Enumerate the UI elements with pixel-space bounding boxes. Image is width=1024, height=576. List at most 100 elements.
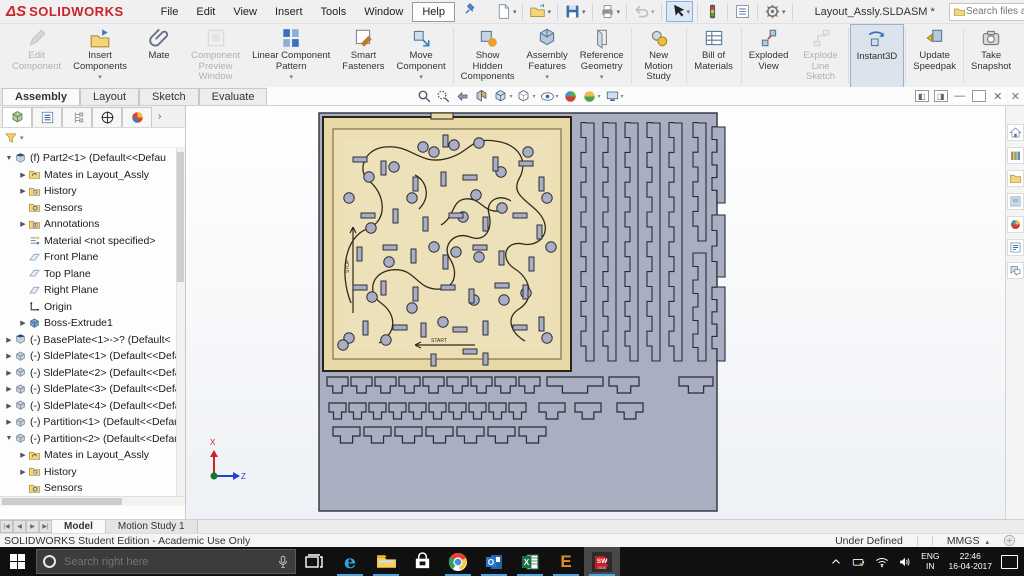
linear-component-pattern-button[interactable]: Linear Component Pattern ▾ — [246, 24, 336, 88]
tab-assembly[interactable]: Assembly — [2, 88, 80, 105]
taskbar-task-view-icon[interactable] — [296, 547, 332, 576]
new-motion-study-button[interactable]: New Motion Study — [633, 24, 685, 88]
tree-item[interactable]: ▶ Mates in Layout_Assly — [0, 167, 185, 184]
tree-item[interactable]: ▶ (-) SldePlate<1> (Default<<Defaul — [0, 348, 185, 365]
smart-fasteners-button[interactable]: Smart Fasteners — [336, 24, 390, 88]
tree-item[interactable]: ▼ (-) Partition<2> (Default<<Default — [0, 431, 185, 448]
insert-components-button[interactable]: Insert Components ▾ — [67, 24, 133, 88]
tree-item[interactable]: Origin — [0, 299, 185, 316]
panel-tab-dimxpert-manager[interactable] — [92, 106, 122, 127]
dropdown-caret-icon[interactable]: ▾ — [617, 8, 621, 16]
save-document-button[interactable]: ▾ — [562, 2, 588, 21]
dropdown-caret-icon[interactable]: ▾ — [651, 8, 655, 16]
dropdown-caret-icon[interactable]: ▾ — [556, 93, 559, 100]
language-indicator[interactable]: ENG IN — [921, 551, 939, 571]
section-view-button[interactable] — [474, 89, 489, 104]
tree-expanded-icon[interactable]: ▼ — [4, 435, 14, 442]
options-gear-button[interactable]: ▾ — [762, 2, 788, 21]
tray-expand-icon[interactable] — [829, 555, 843, 569]
panel-tab-feature-tree[interactable] — [2, 106, 32, 127]
wifi-icon[interactable] — [875, 555, 889, 569]
tree-item[interactable]: ▶ Annotations — [0, 216, 185, 233]
quick-tips-icon[interactable] — [1003, 534, 1016, 547]
panel-tab-property-manager[interactable] — [32, 106, 62, 127]
panel-tab-configuration-manager[interactable] — [62, 106, 92, 127]
task-pane-close-icon[interactable]: ✕ — [1011, 90, 1020, 103]
file-properties-button[interactable] — [732, 2, 753, 21]
tree-filter-row[interactable]: ▾ — [0, 128, 185, 148]
menu-insert[interactable]: Insert — [266, 3, 312, 21]
tree-collapsed-icon[interactable]: ▶ — [18, 171, 28, 179]
taskbar-solidworks-2016-icon[interactable]: SW 2016 — [584, 547, 620, 576]
split-pane-left-icon[interactable]: ◧ — [914, 90, 929, 102]
taskbar-search-input[interactable] — [64, 555, 254, 568]
search-scope-icon[interactable] — [953, 5, 966, 18]
tab-sketch[interactable]: Sketch — [139, 88, 199, 105]
tree-collapsed-icon[interactable]: ▶ — [4, 418, 14, 426]
tree-expanded-icon[interactable]: ▼ — [4, 155, 14, 162]
tree-collapsed-icon[interactable]: ▶ — [4, 369, 14, 377]
maze-board[interactable]: STOP START — [322, 112, 572, 372]
tree-vertical-scrollbar[interactable] — [176, 148, 185, 496]
tree-item[interactable]: ▶ (-) SldePlate<4> (Default<<Defaul — [0, 398, 185, 415]
taskbar-file-explorer-icon[interactable] — [368, 547, 404, 576]
exploded-view-button[interactable]: Exploded View — [743, 24, 795, 88]
tab-evaluate[interactable]: Evaluate — [198, 88, 268, 105]
apply-scene-button[interactable]: ▾ — [582, 89, 601, 104]
explode-line-sketch-button[interactable]: Explode Line Sketch — [795, 24, 847, 88]
taskbar-e-app-icon[interactable]: E — [548, 547, 584, 576]
tree-item[interactable]: ▶ Boss-Extrude1 — [0, 315, 185, 332]
tree-collapsed-icon[interactable]: ▶ — [18, 468, 28, 476]
taskbar-edge-icon[interactable]: e — [332, 547, 368, 576]
menu-edit[interactable]: Edit — [187, 3, 224, 21]
task-pane-custom-properties-button[interactable] — [1006, 239, 1024, 256]
tab-first-icon[interactable]: |◀ — [0, 520, 13, 533]
graphics-viewport[interactable]: STOP START X Z — [186, 106, 1005, 519]
assembly-model[interactable]: STOPSTARTXZ — [186, 106, 1005, 519]
tree-item[interactable]: ▶ History — [0, 464, 185, 481]
show-hidden-components-button[interactable]: Show Hidden Components — [455, 24, 521, 88]
tree-collapsed-icon[interactable]: ▶ — [18, 451, 28, 459]
previous-view-button[interactable] — [455, 89, 470, 104]
tab-prev-icon[interactable]: ◀ — [13, 520, 26, 533]
tree-collapsed-icon[interactable]: ▶ — [4, 385, 14, 393]
dropdown-caret-icon[interactable]: ▾ — [547, 8, 551, 16]
filter-funnel-icon[interactable] — [4, 131, 18, 145]
zoom-to-fit-button[interactable] — [417, 89, 432, 104]
menu-window[interactable]: Window — [355, 3, 412, 21]
hide-show-items-button[interactable]: ▾ — [540, 89, 559, 104]
dropdown-caret-icon[interactable]: ▾ — [419, 73, 423, 81]
taskbar-store-icon[interactable] — [404, 547, 440, 576]
taskbar-excel-icon[interactable]: X — [512, 547, 548, 576]
tree-item[interactable]: Material <not specified> — [0, 233, 185, 250]
battery-icon[interactable] — [852, 555, 866, 569]
start-button[interactable] — [0, 547, 34, 576]
tree-collapsed-icon[interactable]: ▶ — [4, 352, 14, 360]
update-speedpak-button[interactable]: Update Speedpak — [907, 24, 962, 88]
tree-collapsed-icon[interactable]: ▶ — [18, 319, 28, 327]
split-pane-right-icon[interactable]: ◨ — [933, 90, 948, 102]
action-center-icon[interactable] — [1001, 554, 1018, 569]
menu-help[interactable]: Help — [412, 1, 455, 22]
doc-tab-model[interactable]: Model — [52, 520, 106, 533]
task-pane-view-palette-button[interactable] — [1006, 193, 1024, 210]
task-pane-appearances-button[interactable] — [1006, 216, 1024, 233]
tree-item[interactable]: Sensors — [0, 200, 185, 217]
print-document-button[interactable]: ▾ — [597, 2, 623, 21]
dropdown-caret-icon[interactable]: ▾ — [600, 73, 604, 81]
tab-layout[interactable]: Layout — [79, 88, 140, 105]
dropdown-caret-icon[interactable]: ▾ — [289, 73, 293, 81]
tree-item[interactable]: ▼ (f) Part2<1> (Default<<Defau — [0, 150, 185, 167]
open-document-button[interactable]: ▾ — [527, 2, 553, 21]
dropdown-caret-icon[interactable]: ▾ — [532, 93, 535, 100]
file-search-box[interactable]: ▾ — [948, 2, 1024, 21]
dropdown-caret-icon[interactable]: ▾ — [513, 8, 517, 16]
tab-next-icon[interactable]: ▶ — [26, 520, 39, 533]
edit-appearance-button[interactable] — [563, 89, 578, 104]
select-cursor-button[interactable]: ▾ — [665, 1, 694, 22]
reference-geometry-button[interactable]: Reference Geometry ▾ — [574, 24, 630, 88]
cortana-search-box[interactable] — [36, 549, 296, 574]
undo-button[interactable]: ▾ — [631, 2, 657, 21]
tree-item[interactable]: Right Plane — [0, 282, 185, 299]
instant3d-button[interactable]: Instant3D — [849, 24, 905, 88]
